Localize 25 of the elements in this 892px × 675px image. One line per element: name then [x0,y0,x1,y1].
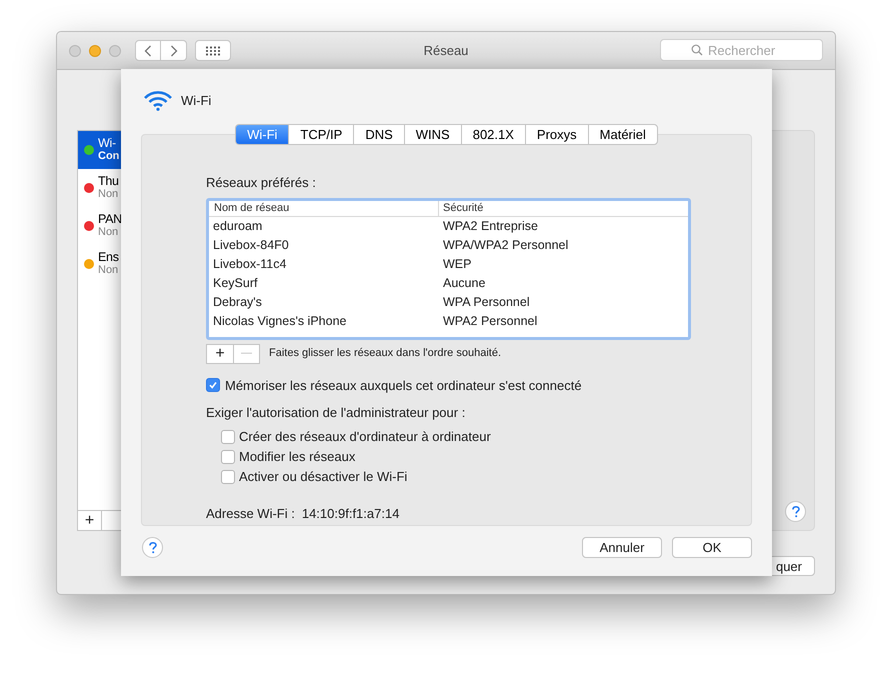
section-label: Réseaux préférés : [206,174,317,192]
checkbox-label: Créer des réseaux d'ordinateur à ordinateur [239,428,491,446]
section-label: Exiger l'autorisation de l'administrateur pour : [206,404,466,422]
address-label: Adresse Wi-Fi : [206,504,295,522]
checkbox-label: Activer ou désactiver le Wi-Fi [239,468,408,486]
window-title: Réseau [424,42,468,60]
service-status: Non [98,264,119,277]
service-status: Non [98,188,119,201]
security-type: WPA Personnel [442,294,530,311]
service-name: Thu [98,175,119,188]
service-status: Non [98,226,120,239]
checkbox-label: Modifier les réseaux [239,448,356,466]
checkbox-label: Mémoriser les réseaux auxquels cet ordinateur s'est connecté [225,376,582,395]
service-name: PAN [98,213,122,226]
security-type: WEP [442,256,472,273]
service-name: Wi- [98,137,117,150]
security-type: WPA/WPA2 Personnel [442,236,568,254]
security-type: WPA2 Personnel [442,312,538,330]
address-value: 14:10:9f:f1:a7:14 [302,504,400,522]
sheet-title: Wi-Fi [181,92,212,110]
security-type: Aucune [442,274,486,292]
hint-text: Faites glisser les réseaux dans l'ordre souhaité. [269,346,501,362]
security-type: WPA2 Entreprise [442,218,538,235]
service-name: Ens [98,251,119,264]
service-status: Con [98,150,120,163]
